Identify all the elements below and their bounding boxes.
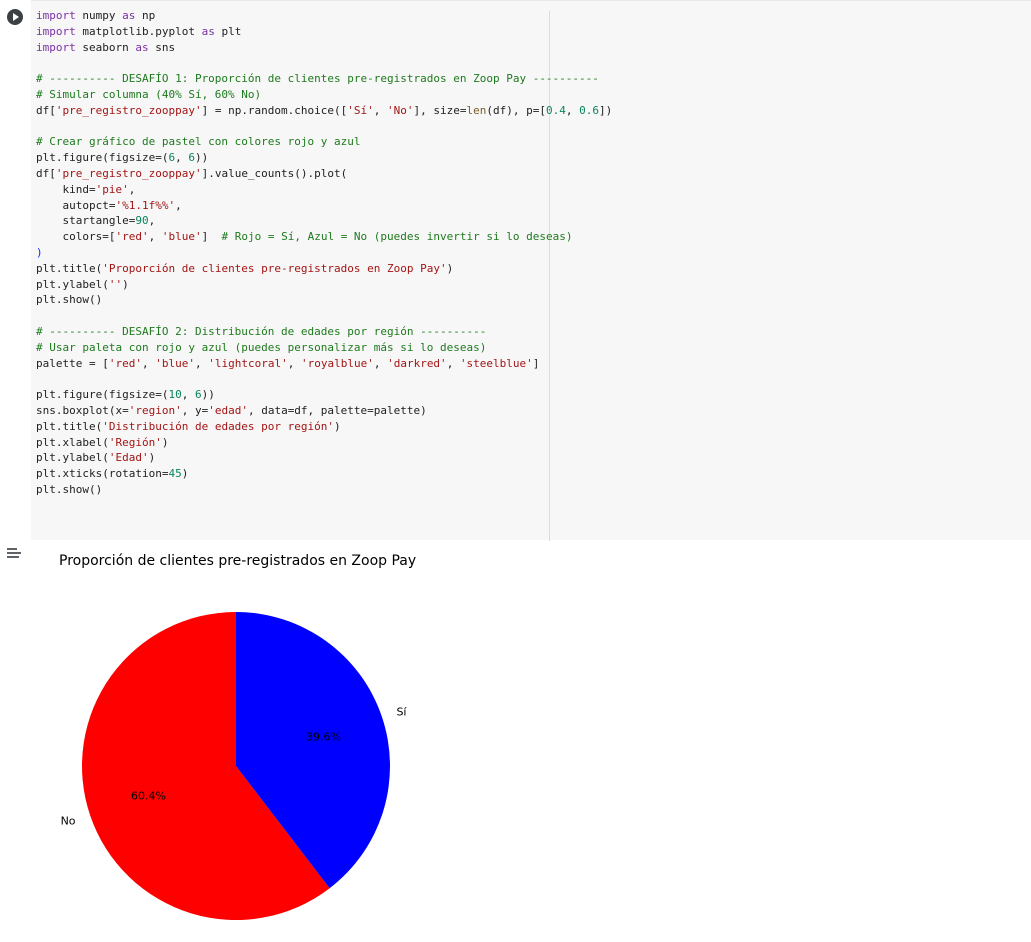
cell-gutter (0, 0, 31, 540)
code-line: startangle=90, (36, 214, 156, 228)
cell-output: Proporción de clientes pre-registrados e… (31, 540, 1031, 942)
code-line: # Usar paleta con rojo y azul (puedes pe… (36, 340, 487, 354)
code-line: plt.figure(figsize=(6, 6)) (36, 151, 209, 165)
code-line: autopct='%1.1f%%', (36, 198, 182, 212)
code-line: plt.show() (36, 482, 103, 496)
output-settings-icon[interactable] (6, 546, 22, 560)
code-cell[interactable]: import numpy as np import matplotlib.pypl… (0, 0, 1031, 541)
code-line: # Crear gráfico de pastel con colores ro… (36, 135, 361, 149)
code-line: palette = ['red', 'blue', 'lightcoral', … (36, 356, 540, 370)
code-text[interactable]: import numpy as np import matplotlib.pypl… (36, 8, 612, 498)
pie-chart: 60.4% No 39.6% Sí (61, 612, 407, 920)
code-line: # Simular columna (40% Sí, 60% No) (36, 87, 262, 101)
code-line: plt.ylabel('Edad') (36, 451, 156, 465)
pie-pct-label: 39.6% (306, 730, 341, 743)
code-editor[interactable]: import numpy as np import matplotlib.pypl… (31, 0, 1031, 541)
code-line: import numpy as np (36, 9, 156, 22)
code-line: # ---------- DESAFÍO 2: Distribución de … (36, 324, 487, 338)
code-line: import matplotlib.pyplot as plt (36, 24, 242, 38)
code-line: plt.title('Proporción de clientes pre-re… (36, 261, 454, 275)
code-line: plt.figure(figsize=(10, 6)) (36, 388, 215, 402)
code-line: plt.ylabel('') (36, 277, 129, 291)
code-line: # ---------- DESAFÍO 1: Proporción de cl… (36, 72, 599, 86)
code-line: plt.xticks(rotation=45) (36, 467, 189, 481)
code-line: df['pre_registro_zooppay'] = np.random.c… (36, 103, 613, 117)
code-line: colors=['red', 'blue'] # Rojo = Sí, Azul… (36, 230, 573, 244)
run-cell-button[interactable] (7, 9, 23, 25)
pie-category-label: No (61, 814, 76, 827)
code-line: plt.xlabel('Región') (36, 435, 169, 449)
code-line: ) (36, 245, 43, 259)
code-line: import seaborn as sns (36, 40, 176, 54)
pie-pct-label: 60.4% (131, 790, 166, 803)
code-line: sns.boxplot(x='region', y='edad', data=d… (36, 403, 427, 417)
code-line: plt.show() (36, 293, 103, 307)
code-line: kind='pie', (36, 182, 136, 196)
pie-category-label: Sí (396, 706, 407, 719)
code-line: plt.title('Distribución de edades por re… (36, 419, 341, 433)
code-line: df['pre_registro_zooppay'].value_counts(… (36, 166, 348, 180)
